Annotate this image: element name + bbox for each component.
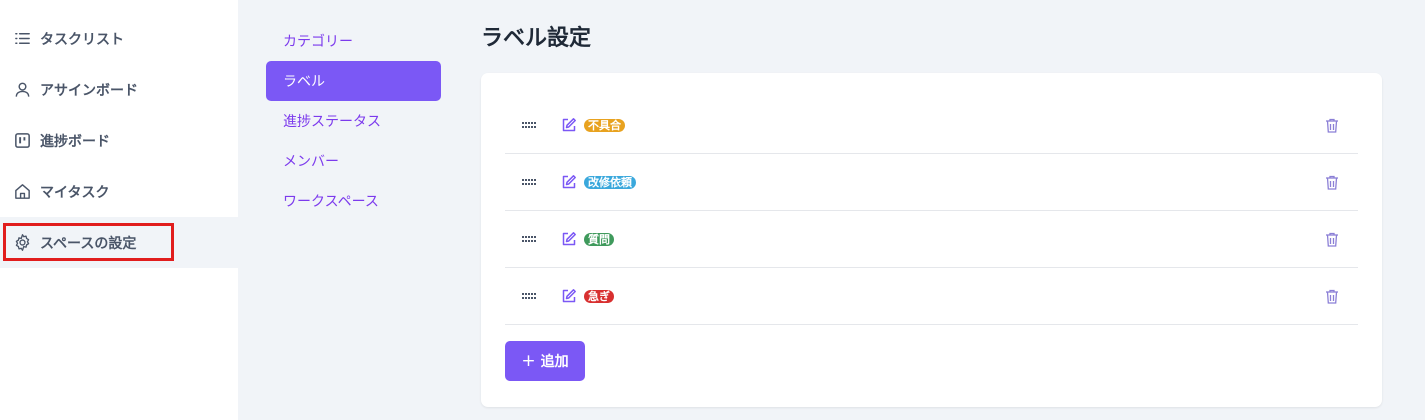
- drag-handle-icon[interactable]: [522, 291, 536, 301]
- drag-handle-icon[interactable]: [522, 120, 536, 130]
- sidebar: タスクリスト アサインボード 進捗ボード マイタスク スペースの設定: [0, 0, 238, 420]
- drag-handle-icon[interactable]: [522, 234, 536, 244]
- sidebar-item-assign-board[interactable]: アサインボード: [0, 64, 238, 115]
- sidebar-item-task-list[interactable]: タスクリスト: [0, 13, 238, 64]
- list-icon: [12, 29, 32, 49]
- gear-icon: [12, 233, 32, 253]
- trash-icon[interactable]: [1324, 288, 1340, 304]
- edit-icon[interactable]: [561, 174, 577, 190]
- subnav-item-category[interactable]: カテゴリー: [266, 21, 441, 61]
- subnav-item-label[interactable]: ラベル: [266, 61, 441, 101]
- add-label-button[interactable]: + 追加: [505, 341, 585, 381]
- trash-icon[interactable]: [1324, 117, 1340, 133]
- plus-icon: +: [521, 351, 536, 371]
- sidebar-item-my-tasks[interactable]: マイタスク: [0, 166, 238, 217]
- settings-subnav: カテゴリー ラベル 進捗ステータス メンバー ワークスペース: [238, 0, 466, 420]
- sidebar-item-label: 進捗ボード: [40, 133, 110, 150]
- app-root: タスクリスト アサインボード 進捗ボード マイタスク スペースの設定 カテゴリー…: [0, 0, 1425, 420]
- user-icon: [12, 80, 32, 100]
- edit-icon[interactable]: [561, 231, 577, 247]
- subnav-item-members[interactable]: メンバー: [266, 141, 441, 181]
- label-badge: 改修依頼: [584, 175, 636, 189]
- label-row: 急ぎ: [505, 268, 1358, 325]
- label-row: 改修依頼: [505, 154, 1358, 211]
- label-badge: 不具合: [584, 118, 625, 132]
- drag-handle-icon[interactable]: [522, 177, 536, 187]
- edit-icon[interactable]: [561, 288, 577, 304]
- page-title: ラベル設定: [481, 26, 592, 51]
- home-icon: [12, 182, 32, 202]
- subnav-item-progress-status[interactable]: 進捗ステータス: [266, 101, 441, 141]
- sidebar-item-label: スペースの設定: [40, 235, 137, 252]
- board-icon: [12, 131, 32, 151]
- add-button-label: 追加: [540, 354, 569, 370]
- sidebar-item-label: タスクリスト: [40, 31, 124, 48]
- label-badge: 質問: [584, 232, 614, 246]
- subnav-item-workspace[interactable]: ワークスペース: [266, 181, 441, 221]
- sidebar-item-progress-board[interactable]: 進捗ボード: [0, 115, 238, 166]
- label-row: 質問: [505, 211, 1358, 268]
- main-content: ラベル設定 不具合 改修依頼 質問 急ぎ + 追加: [466, 0, 1425, 420]
- label-list-card: 不具合 改修依頼 質問 急ぎ + 追加: [481, 73, 1382, 407]
- label-badge: 急ぎ: [584, 289, 614, 303]
- trash-icon[interactable]: [1324, 231, 1340, 247]
- trash-icon[interactable]: [1324, 174, 1340, 190]
- sidebar-item-label: アサインボード: [40, 82, 138, 99]
- label-row: 不具合: [505, 97, 1358, 154]
- sidebar-item-space-settings[interactable]: スペースの設定: [0, 217, 238, 268]
- sidebar-item-label: マイタスク: [40, 184, 110, 201]
- edit-icon[interactable]: [561, 117, 577, 133]
